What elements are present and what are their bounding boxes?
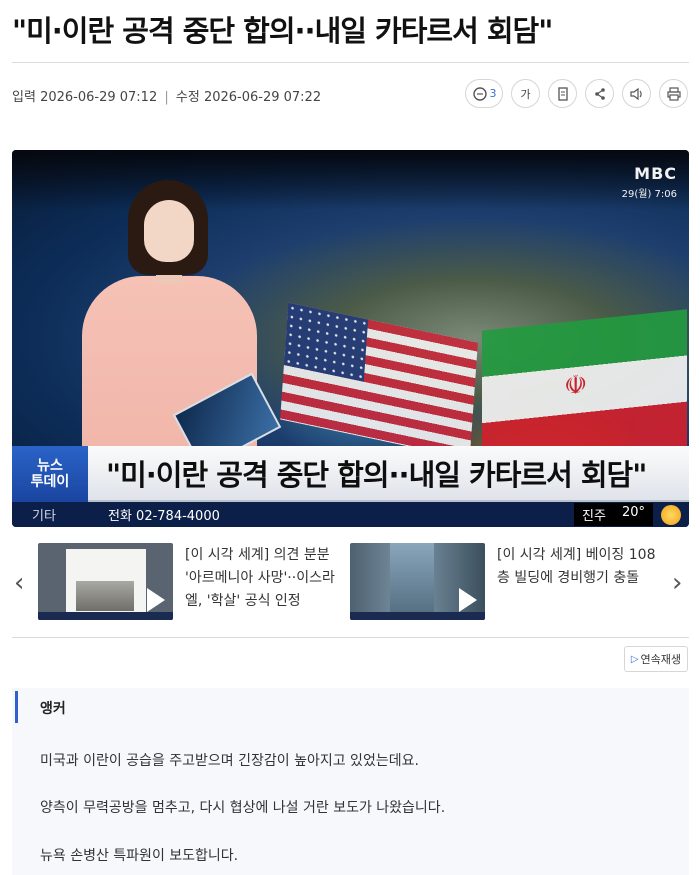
- ticker-phone: 전화 02-784-4000: [108, 509, 220, 524]
- meta-separator: |: [164, 90, 169, 105]
- play-icon: [147, 588, 165, 612]
- autoplay-toggle[interactable]: ▷ 연속재생: [623, 646, 688, 672]
- font-size-button[interactable]: 가: [511, 79, 540, 108]
- tts-button[interactable]: [622, 79, 651, 108]
- bookmark-icon: [557, 86, 568, 101]
- weather-city: 진주: [582, 509, 606, 524]
- speaker-icon: [629, 87, 642, 100]
- related-thumbnail[interactable]: [350, 543, 485, 620]
- script-line: 양측이 무력공방을 멈추고, 다시 협상에 나설 거란 보도가 나왔습니다.: [40, 800, 446, 816]
- article-script: 앵커 미국과 이란이 공습을 주고받으며 긴장감이 높아지고 있었는데요. 양측…: [12, 688, 689, 875]
- show-badge-line1: 뉴스: [37, 457, 63, 474]
- headline-divider: [12, 62, 689, 63]
- bookmark-button[interactable]: [548, 79, 577, 108]
- sun-icon: [661, 504, 681, 525]
- script-line: 뉴욕 손병산 특파원이 보도합니다.: [40, 848, 239, 864]
- next-arrow-icon[interactable]: ›: [672, 568, 682, 598]
- related-divider: [12, 637, 689, 638]
- related-item[interactable]: [이 시각 세계] 의견 분분 '아르메니아 사망'··이스라엘, '학살' 공…: [38, 543, 345, 620]
- mbc-logo: MBC: [634, 164, 677, 183]
- weather-temp: 20°: [621, 505, 645, 520]
- weather-display: 진주 20°: [574, 503, 689, 526]
- news-ticker: 기타 전화 02-784-4000 진주 20°: [12, 502, 689, 527]
- play-icon: [459, 588, 477, 612]
- speaker-accent-bar: [15, 691, 18, 723]
- show-badge-line2: 투데이: [30, 474, 70, 490]
- autoplay-label: 연속재생: [640, 653, 681, 666]
- font-size-icon: 가: [520, 87, 531, 101]
- comment-icon: [472, 86, 487, 101]
- article-meta: 입력 2026-06-29 07:12 | 수정 2026-06-29 07:2…: [12, 86, 321, 105]
- ticker-category: 기타: [32, 509, 56, 524]
- print-icon: [666, 86, 681, 101]
- related-title[interactable]: [이 시각 세계] 의견 분분 '아르메니아 사망'··이스라엘, '학살' 공…: [185, 543, 345, 620]
- share-button[interactable]: [585, 79, 614, 108]
- play-small-icon: ▷: [630, 653, 639, 665]
- related-item[interactable]: [이 시각 세계] 베이징 108층 빌딩에 경비행기 충돌: [350, 543, 657, 620]
- article-headline: "미·이란 공격 중단 합의··내일 카타르서 회담": [12, 14, 553, 48]
- comment-count: 3: [489, 87, 497, 100]
- lower-third: 뉴스 투데이 "미·이란 공격 중단 합의··내일 카타르서 회담": [12, 446, 689, 502]
- video-caption-text: "미·이란 공격 중단 합의··내일 카타르서 회담": [106, 458, 647, 492]
- print-button[interactable]: [659, 79, 688, 108]
- related-thumbnail[interactable]: [38, 543, 173, 620]
- broadcast-time: 29(월) 7:06: [621, 189, 677, 200]
- related-title[interactable]: [이 시각 세계] 베이징 108층 빌딩에 경비행기 충돌: [497, 543, 657, 620]
- show-badge: 뉴스 투데이: [12, 446, 88, 502]
- prev-arrow-icon[interactable]: ‹: [14, 568, 24, 598]
- script-line: 미국과 이란이 공습을 주고받으며 긴장감이 높아지고 있었는데요.: [40, 753, 419, 769]
- edit-time: 2026-06-29 07:22: [203, 90, 322, 105]
- comment-button[interactable]: 3: [465, 79, 503, 108]
- input-time: 2026-06-29 07:12: [40, 90, 158, 105]
- broadcaster-logo: MBC 29(월) 7:06: [622, 164, 677, 200]
- share-icon: [594, 87, 605, 100]
- article-toolbar: 3 가: [465, 79, 688, 108]
- video-player[interactable]: ☫ MBC 29(월) 7:06 뉴스 투데이 "미·이란 공격 중단 합의··…: [12, 150, 689, 527]
- edit-label: 수정: [175, 90, 200, 105]
- input-label: 입력: [12, 90, 36, 105]
- video-caption: "미·이란 공격 중단 합의··내일 카타르서 회담": [88, 446, 689, 502]
- speaker-label: 앵커: [40, 701, 66, 717]
